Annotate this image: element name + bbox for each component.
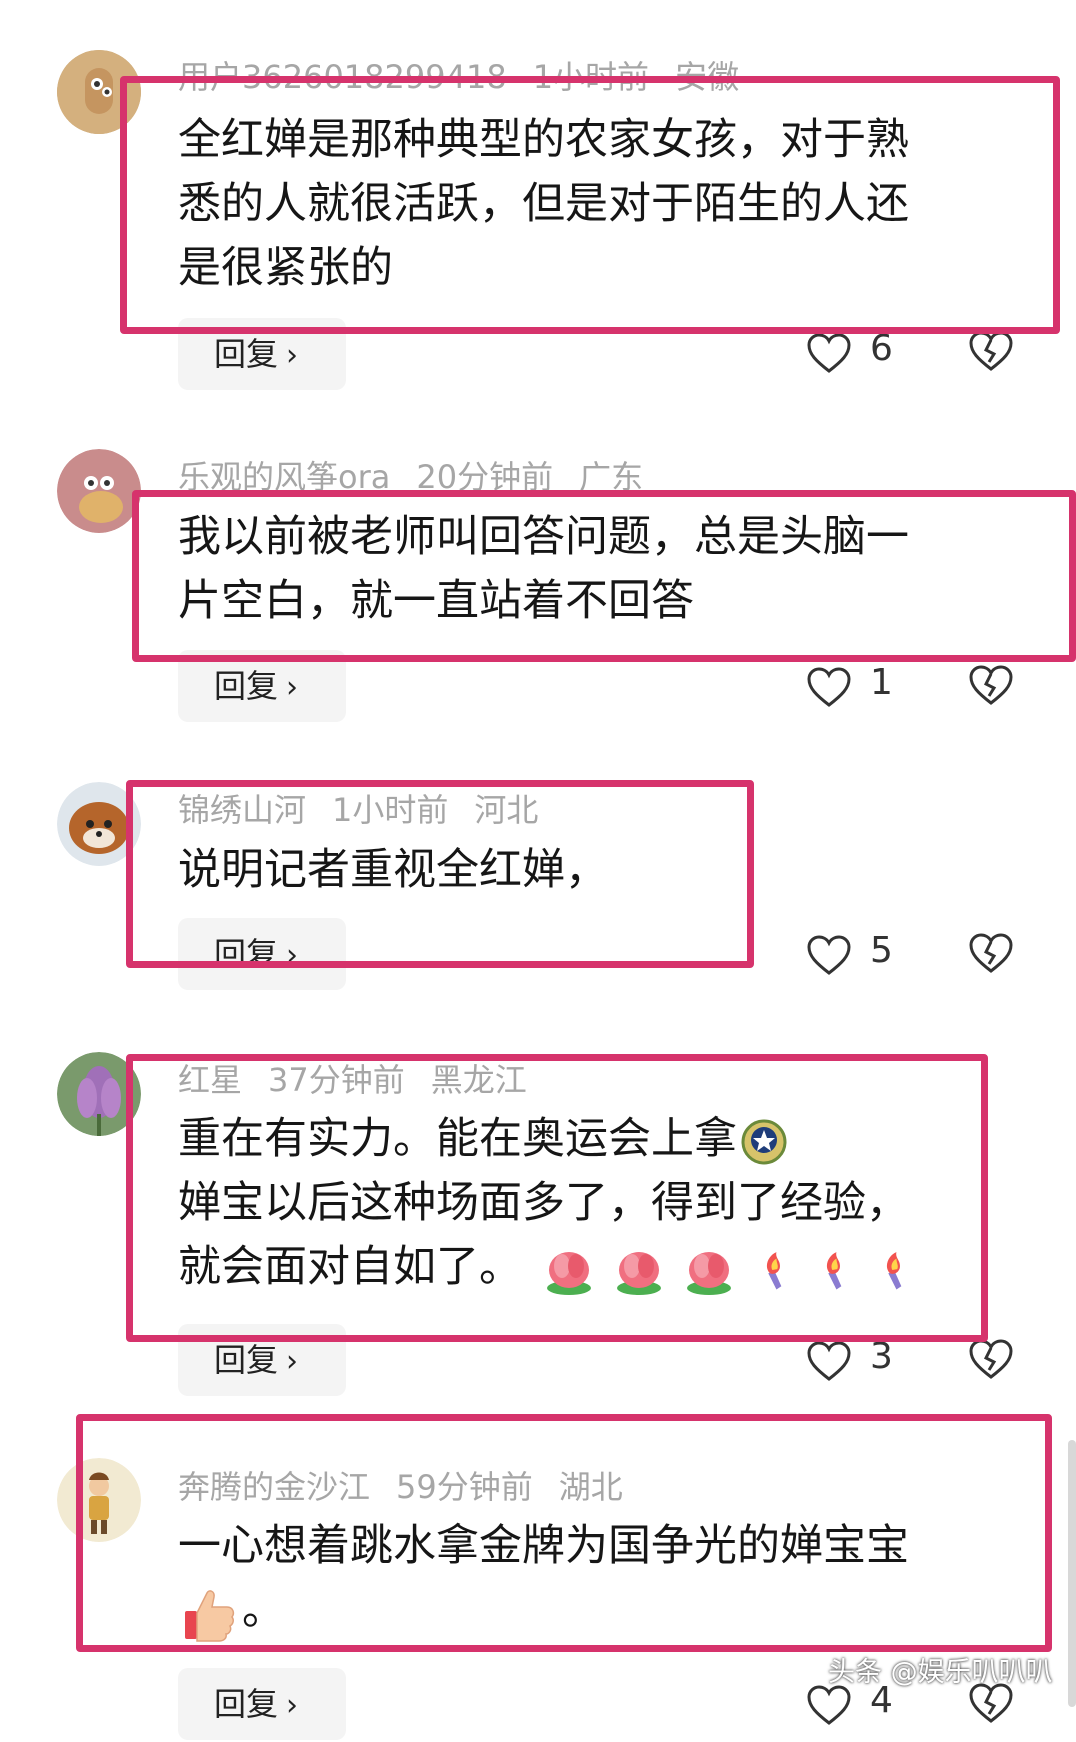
broken-heart-icon: [969, 665, 1013, 705]
like-button[interactable]: 1: [806, 662, 926, 712]
reply-label: 回复: [214, 1341, 279, 1379]
like-button[interactable]: 3: [806, 1336, 926, 1386]
reply-label: 回复: [214, 667, 279, 705]
highlight-box: [120, 76, 1060, 334]
like-count: 3: [870, 1336, 893, 1377]
dislike-button[interactable]: [968, 330, 1016, 378]
highlight-box: [76, 1414, 1052, 1652]
like-count: 5: [870, 930, 893, 971]
chevron-right-icon: ›: [286, 1344, 299, 1379]
highlight-box: [126, 780, 754, 968]
avatar[interactable]: [57, 449, 141, 533]
watermark: 头条 @娱乐叭叭叭: [828, 1657, 1053, 1688]
like-button[interactable]: 6: [806, 328, 926, 378]
highlight-box: [132, 490, 1076, 662]
heart-outline-icon: [807, 333, 851, 373]
like-count: 6: [870, 328, 893, 369]
broken-heart-icon: [969, 933, 1013, 973]
heart-outline-icon: [807, 935, 851, 975]
broken-heart-icon: [969, 1339, 1013, 1379]
dislike-button[interactable]: [968, 932, 1016, 980]
chevron-right-icon: ›: [286, 670, 299, 705]
like-button[interactable]: 5: [806, 930, 926, 980]
heart-outline-icon: [807, 1685, 851, 1725]
like-count: 1: [870, 662, 893, 703]
reply-label: 回复: [214, 1685, 279, 1723]
dislike-button[interactable]: [968, 1682, 1016, 1730]
heart-outline-icon: [807, 667, 851, 707]
scrollbar[interactable]: [1068, 1440, 1076, 1707]
broken-heart-icon: [969, 331, 1013, 371]
dislike-button[interactable]: [968, 664, 1016, 712]
chevron-right-icon: ›: [286, 338, 299, 373]
dislike-button[interactable]: [968, 1338, 1016, 1386]
heart-outline-icon: [807, 1341, 851, 1381]
highlight-box: [126, 1054, 988, 1342]
chevron-right-icon: ›: [286, 1688, 299, 1723]
reply-label: 回复: [214, 335, 279, 373]
reply-button[interactable]: 回复 ›: [178, 1668, 346, 1740]
